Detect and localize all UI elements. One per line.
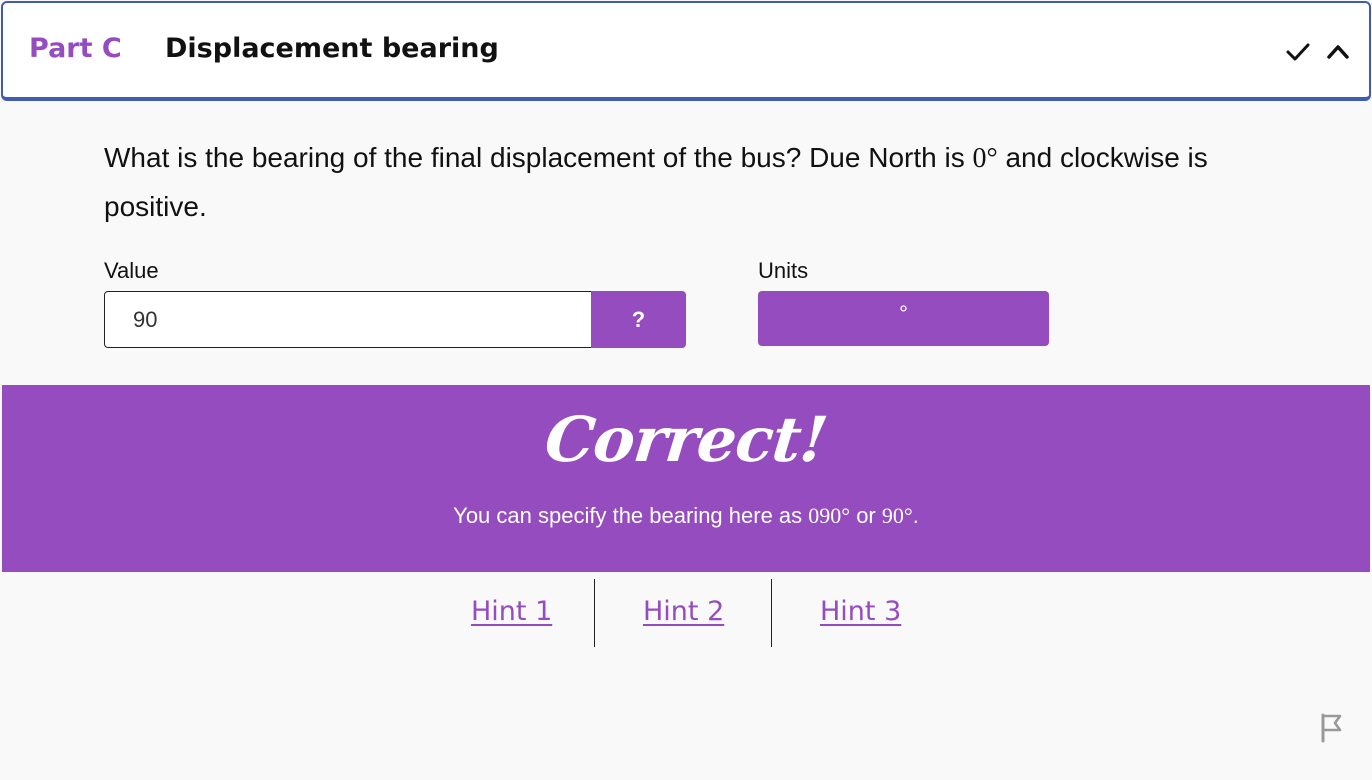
hint-3-link[interactable]: Hint 3 <box>820 596 901 627</box>
math-expression: 90° <box>881 503 913 528</box>
units-label: Units <box>758 258 809 283</box>
part-header[interactable]: Part C Displacement bearing <box>1 1 1371 101</box>
help-button[interactable]: ? <box>591 291 686 348</box>
question-text: What is the bearing of the final displac… <box>104 142 1208 222</box>
divider <box>771 579 772 647</box>
chevron-up-icon[interactable] <box>1325 39 1351 70</box>
hint-1-link[interactable]: Hint 1 <box>471 596 552 627</box>
part-title: Displacement bearing <box>165 33 499 64</box>
part-label: Part C <box>29 33 122 64</box>
hint-tabs: Hint 1 Hint 2 Hint 3 <box>0 579 1372 647</box>
value-label: Value <box>104 258 159 283</box>
math-expression: 090° <box>808 503 851 528</box>
hint-2-link[interactable]: Hint 2 <box>643 596 724 627</box>
feedback-banner: Correct! You can specify the bearing her… <box>2 385 1370 572</box>
units-dropdown[interactable]: ° <box>758 291 1049 346</box>
feedback-text: You can specify the bearing here as 090°… <box>453 503 919 528</box>
math-expression: 0° <box>972 143 998 174</box>
flag-icon[interactable] <box>1320 713 1344 748</box>
check-icon <box>1285 39 1311 70</box>
value-input[interactable] <box>104 291 592 348</box>
divider <box>594 579 595 647</box>
correct-title: Correct! <box>541 403 831 476</box>
